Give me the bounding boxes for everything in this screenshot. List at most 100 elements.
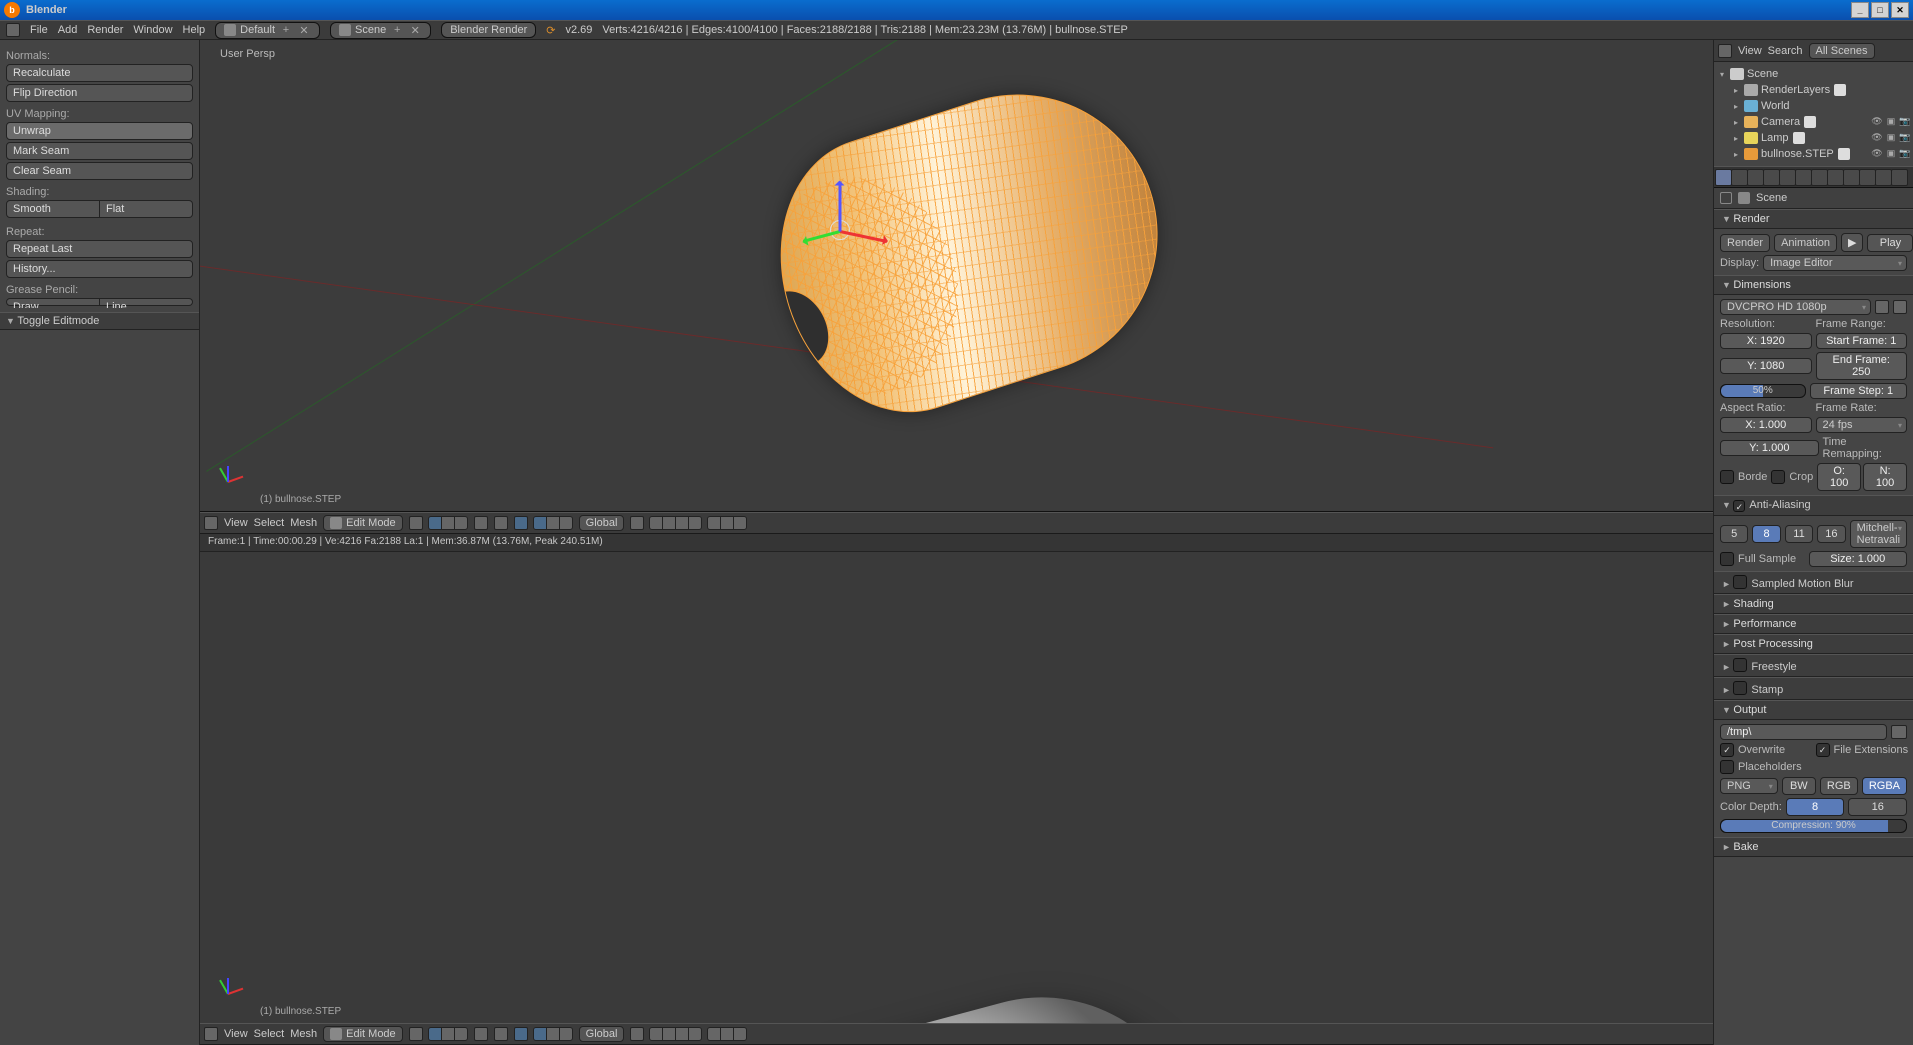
view3d-menu-view[interactable]: View [224,517,248,529]
format-selector[interactable]: PNG▾ [1720,778,1778,794]
scale-icon[interactable] [559,516,573,530]
edge-select-icon[interactable] [441,516,455,530]
tab-texture-icon[interactable] [1859,169,1876,186]
gizmo-z-axis[interactable] [839,182,842,232]
selectable-icon[interactable]: ▣ [1885,116,1897,128]
layout-add-icon[interactable]: + [279,24,293,36]
panel-dimensions-head[interactable]: Dimensions [1714,276,1913,295]
scene-remove-icon[interactable]: ✕ [408,24,422,37]
tree-row-world[interactable]: ▸World [1716,98,1911,114]
snap-target-icon[interactable] [662,516,676,530]
remap-new-field[interactable]: N: 100 [1863,463,1907,491]
end-frame-field[interactable]: End Frame: 250 [1816,352,1908,380]
copy-icon-2[interactable] [720,1027,734,1041]
render-preview-icon[interactable] [707,516,721,530]
border-check[interactable] [1720,470,1734,484]
panel-performance-head[interactable]: Performance [1714,614,1913,634]
selectable-icon[interactable]: ▣ [1885,132,1897,144]
compression-slider[interactable]: Compression: 90% [1720,819,1907,833]
proportional-icon[interactable] [688,516,702,530]
res-x-field[interactable]: X: 1920 [1720,333,1812,349]
face-select-icon-2[interactable] [454,1027,468,1041]
render-preview-icon-2[interactable] [707,1027,721,1041]
ch-rgba[interactable]: RGBA [1862,777,1907,795]
render-preset[interactable]: DVCPRO HD 1080p▾ [1720,299,1871,315]
tab-scene-icon[interactable] [1747,169,1764,186]
panel-render-head[interactable]: Render [1714,210,1913,229]
manipulator-icon[interactable] [514,516,528,530]
full-sample-check[interactable] [1720,552,1734,566]
aa-11[interactable]: 11 [1785,525,1813,543]
gp-line-button[interactable]: Line [100,298,193,306]
layout-selector[interactable]: Default + ✕ [215,22,320,39]
copy-icon[interactable] [720,516,734,530]
editor-type-icon[interactable] [6,23,20,37]
tree-row-camera[interactable]: ▸Camera👁▣📷 [1716,114,1911,130]
outliner-filter[interactable]: All Scenes [1809,43,1875,59]
paste-icon-2[interactable] [733,1027,747,1041]
menu-window[interactable]: Window [133,24,172,36]
play-label-button[interactable]: Play [1867,234,1913,252]
view3d-menu-select[interactable]: Select [254,517,285,529]
limit-visible-icon-2[interactable] [474,1027,488,1041]
menu-add[interactable]: Add [58,24,78,36]
panel-freestyle-head[interactable]: Freestyle [1714,654,1913,677]
scale-icon-2[interactable] [559,1027,573,1041]
crop-check[interactable] [1771,470,1785,484]
aa-8[interactable]: 8 [1752,525,1780,543]
tab-physics-icon[interactable] [1891,169,1908,186]
framerate-field[interactable]: 24 fps▾ [1816,417,1908,433]
paste-icon[interactable] [733,516,747,530]
clear-seam-button[interactable]: Clear Seam [6,162,193,180]
gp-draw-button[interactable]: Draw [6,298,100,306]
snap-target-icon-2[interactable] [662,1027,676,1041]
overwrite-check[interactable] [1720,743,1734,757]
orientation-selector[interactable]: Global [579,515,625,531]
visibility-icon[interactable]: 👁 [1871,116,1883,128]
frame-step-field[interactable]: Frame Step: 1 [1810,383,1908,399]
aa-size-field[interactable]: Size: 1.000 [1809,551,1908,567]
pin-icon[interactable] [1720,192,1732,204]
aa-5[interactable]: 5 [1720,525,1748,543]
mesh-wireframe[interactable] [740,90,1170,420]
tab-data-icon[interactable] [1827,169,1844,186]
panel-output-head[interactable]: Output [1714,701,1913,720]
toggle-editmode-panel[interactable]: Toggle Editmode [0,312,199,330]
manipulator-icon-2[interactable] [514,1027,528,1041]
vertex-select-icon[interactable] [428,516,442,530]
flip-direction-button[interactable]: Flip Direction [6,84,193,102]
tree-row-renderlayers[interactable]: ▸RenderLayers [1716,82,1911,98]
recalculate-button[interactable]: Recalculate [6,64,193,82]
unwrap-button[interactable]: Unwrap [6,122,193,140]
snap-element-icon-2[interactable] [675,1027,689,1041]
selectable-icon[interactable]: ▣ [1885,148,1897,160]
editor-type-3dview-icon[interactable] [204,516,218,530]
face-select-icon[interactable] [454,516,468,530]
ch-bw[interactable]: BW [1782,777,1816,795]
limit-visible-icon[interactable] [474,516,488,530]
aa-16[interactable]: 16 [1817,525,1845,543]
rotate-icon-2[interactable] [546,1027,560,1041]
outliner-editor-icon[interactable] [1718,44,1732,58]
scene-selector[interactable]: Scene + ✕ [330,22,431,39]
view3d2-menu-view[interactable]: View [224,1028,248,1040]
renderable-icon[interactable]: 📷 [1899,132,1911,144]
tab-render-icon[interactable] [1715,169,1732,186]
placeholders-check[interactable] [1720,760,1734,774]
maximize-button[interactable]: □ [1871,2,1889,18]
aa-check[interactable] [1733,500,1745,512]
proportional-icon-2[interactable] [688,1027,702,1041]
tab-material-icon[interactable] [1843,169,1860,186]
display-selector[interactable]: Image Editor▾ [1763,255,1907,271]
shade-flat-button[interactable]: Flat [100,200,193,218]
close-button[interactable]: ✕ [1891,2,1909,18]
scene-add-icon[interactable]: + [390,24,404,36]
viewport-3d-bottom[interactable]: (1) bullnose.STEP [200,552,1713,1023]
rotate-icon[interactable] [546,516,560,530]
ch-rgb[interactable]: RGB [1820,777,1858,795]
panel-stamp-head[interactable]: Stamp [1714,677,1913,700]
menu-render[interactable]: Render [87,24,123,36]
render-button[interactable]: Render [1720,234,1770,252]
visibility-icon[interactable]: 👁 [1871,132,1883,144]
minimize-button[interactable]: _ [1851,2,1869,18]
